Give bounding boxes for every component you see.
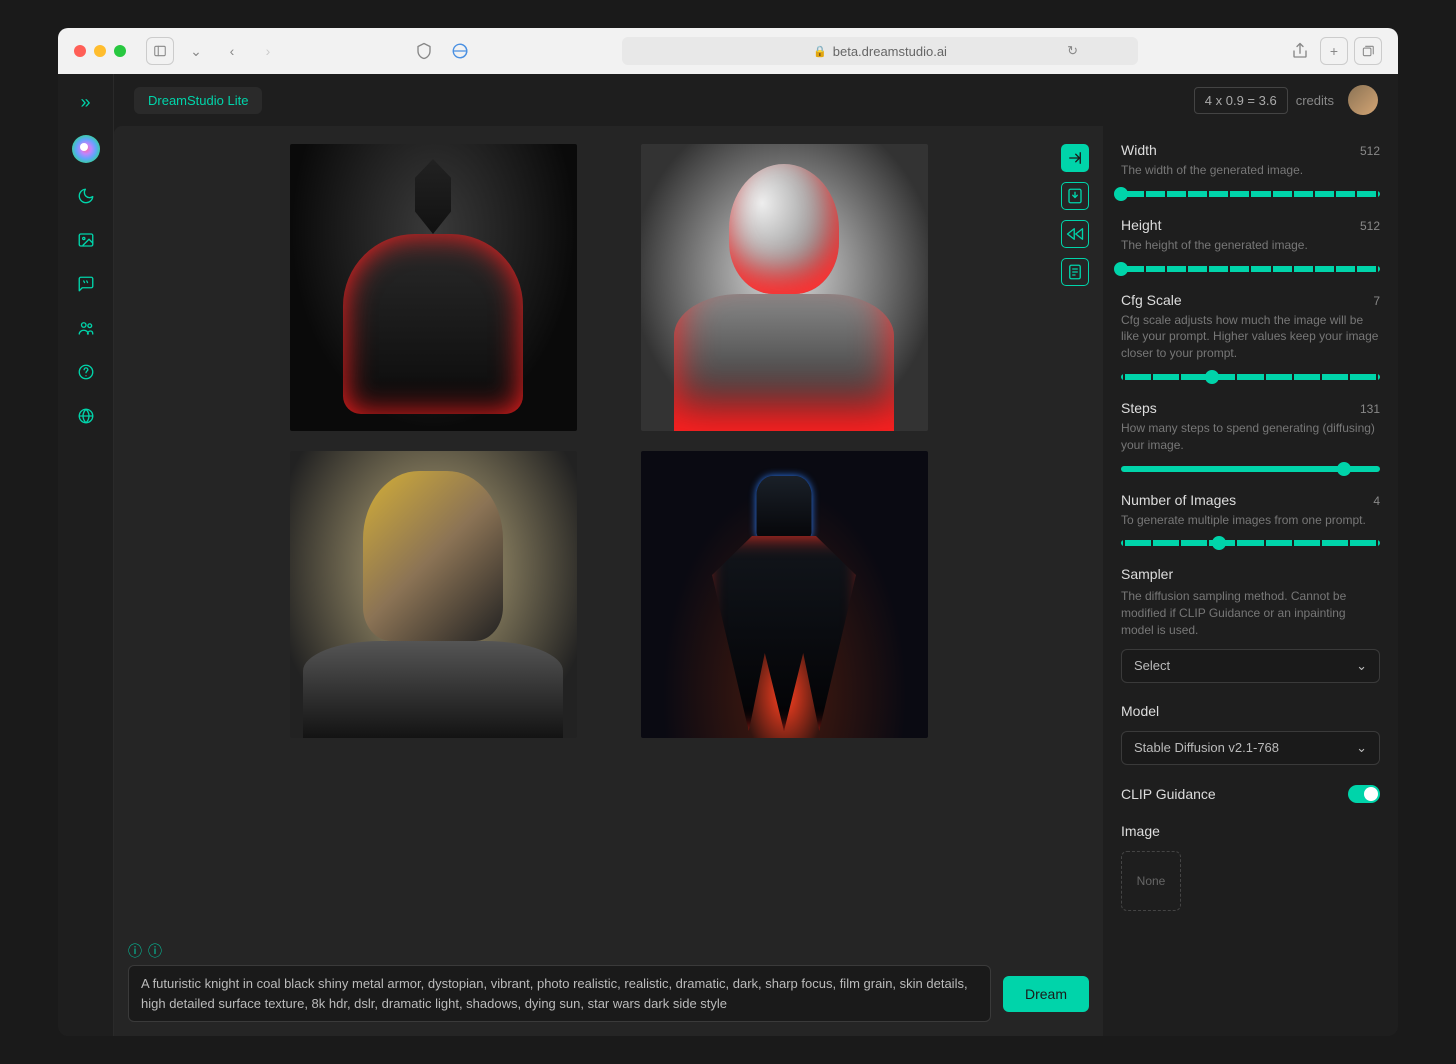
main-canvas: ⓘ ⓘ A futuristic knight in coal black sh…: [114, 126, 1103, 1036]
setting-value: 7: [1373, 294, 1380, 308]
new-tab-button[interactable]: +: [1320, 37, 1348, 65]
setting-desc: The width of the generated image.: [1121, 162, 1380, 179]
setting-value: 131: [1360, 402, 1380, 416]
share-icon[interactable]: [1286, 37, 1314, 65]
sampler-select[interactable]: Select ⌄: [1121, 649, 1380, 683]
cfg-slider[interactable]: [1121, 374, 1380, 380]
height-slider[interactable]: [1121, 266, 1380, 272]
info-icon[interactable]: ⓘ: [148, 941, 162, 961]
width-setting: Width 512 The width of the generated ima…: [1121, 142, 1380, 197]
chevron-down-icon: ⌄: [1356, 658, 1367, 674]
num-images-slider[interactable]: [1121, 540, 1380, 546]
clip-setting: CLIP Guidance: [1121, 785, 1380, 803]
forward-button[interactable]: ›: [254, 37, 282, 65]
num-images-setting: Number of Images 4 To generate multiple …: [1121, 492, 1380, 547]
expand-button[interactable]: [1061, 144, 1089, 172]
credits-calculation: 4 x 0.9 = 3.6: [1194, 87, 1288, 114]
credits-label: credits: [1296, 93, 1334, 108]
minimize-window-button[interactable]: [94, 45, 106, 57]
image-icon[interactable]: [75, 229, 97, 251]
globe-icon[interactable]: [75, 405, 97, 427]
back-button[interactable]: ‹: [218, 37, 246, 65]
setting-label: Width: [1121, 142, 1157, 158]
setting-value: 512: [1360, 144, 1380, 158]
select-value: Select: [1134, 658, 1170, 673]
generated-image[interactable]: [641, 144, 928, 431]
help-icon[interactable]: ⓘ: [128, 941, 142, 961]
sampler-setting: Sampler The diffusion sampling method. C…: [1121, 566, 1380, 682]
shield-icon[interactable]: [410, 37, 438, 65]
image-setting: Image None: [1121, 823, 1380, 911]
setting-label: Number of Images: [1121, 492, 1236, 508]
model-setting: Model Stable Diffusion v2.1-768 ⌄: [1121, 703, 1380, 765]
users-icon[interactable]: [75, 317, 97, 339]
setting-label: Image: [1121, 823, 1160, 839]
url-bar[interactable]: 🔒 beta.dreamstudio.ai: [622, 37, 1138, 65]
image-canvas: [128, 144, 1089, 927]
settings-panel: Width 512 The width of the generated ima…: [1103, 126, 1398, 1036]
app-container: » DreamStudio Lite 4 x 0.9 = 3.6 credits: [58, 74, 1398, 1036]
browser-chrome: ⌄ ‹ › 🔒 beta.dreamstudio.ai ↻ +: [58, 28, 1398, 74]
refresh-icon[interactable]: ↻: [1067, 43, 1078, 59]
chevron-down-icon: ⌄: [1356, 740, 1367, 756]
expand-sidebar-button[interactable]: »: [80, 92, 90, 113]
prompt-input[interactable]: A futuristic knight in coal black shiny …: [128, 965, 991, 1022]
setting-value: 512: [1360, 219, 1380, 233]
clip-toggle[interactable]: [1348, 785, 1380, 803]
traffic-lights: [74, 45, 126, 57]
extension-icon[interactable]: [446, 37, 474, 65]
tabs-button[interactable]: [1354, 37, 1382, 65]
select-value: Stable Diffusion v2.1-768: [1134, 740, 1279, 755]
download-button[interactable]: [1061, 182, 1089, 210]
generated-image[interactable]: [290, 451, 577, 738]
setting-value: 4: [1373, 494, 1380, 508]
moon-icon[interactable]: [75, 185, 97, 207]
model-select[interactable]: Stable Diffusion v2.1-768 ⌄: [1121, 731, 1380, 765]
dropdown-icon[interactable]: ⌄: [182, 37, 210, 65]
setting-desc: The diffusion sampling method. Cannot be…: [1121, 588, 1380, 638]
setting-label: Steps: [1121, 400, 1157, 416]
canvas-actions: [1061, 144, 1089, 286]
topbar: DreamStudio Lite 4 x 0.9 = 3.6 credits: [114, 74, 1398, 126]
rewind-button[interactable]: [1061, 220, 1089, 248]
avatar[interactable]: [1348, 85, 1378, 115]
help-icon[interactable]: [75, 361, 97, 383]
setting-label: Cfg Scale: [1121, 292, 1182, 308]
generated-image[interactable]: [290, 144, 577, 431]
lite-badge[interactable]: DreamStudio Lite: [134, 87, 262, 114]
sidebar-toggle-button[interactable]: [146, 37, 174, 65]
setting-desc: To generate multiple images from one pro…: [1121, 512, 1380, 529]
setting-desc: Cfg scale adjusts how much the image wil…: [1121, 312, 1380, 362]
dream-button[interactable]: Dream: [1003, 976, 1089, 1012]
setting-label: CLIP Guidance: [1121, 786, 1216, 802]
steps-slider[interactable]: [1121, 466, 1380, 472]
setting-label: Sampler: [1121, 566, 1173, 582]
setting-desc: How many steps to spend generating (diff…: [1121, 420, 1380, 454]
sidebar: »: [58, 74, 114, 1036]
image-dropzone[interactable]: None: [1121, 851, 1181, 911]
url-text: beta.dreamstudio.ai: [833, 44, 947, 59]
prompt-row: ⓘ ⓘ A futuristic knight in coal black sh…: [128, 941, 1089, 1022]
document-button[interactable]: [1061, 258, 1089, 286]
app-logo-icon[interactable]: [72, 135, 100, 163]
close-window-button[interactable]: [74, 45, 86, 57]
setting-label: Model: [1121, 703, 1159, 719]
cfg-setting: Cfg Scale 7 Cfg scale adjusts how much t…: [1121, 292, 1380, 380]
prompt-info-icons: ⓘ ⓘ: [128, 941, 991, 961]
steps-setting: Steps 131 How many steps to spend genera…: [1121, 400, 1380, 472]
height-setting: Height 512 The height of the generated i…: [1121, 217, 1380, 272]
chat-icon[interactable]: [75, 273, 97, 295]
setting-label: Height: [1121, 217, 1161, 233]
maximize-window-button[interactable]: [114, 45, 126, 57]
image-grid: [290, 144, 928, 738]
width-slider[interactable]: [1121, 191, 1380, 197]
lock-icon: 🔒: [813, 45, 827, 58]
setting-desc: The height of the generated image.: [1121, 237, 1380, 254]
generated-image[interactable]: [641, 451, 928, 738]
